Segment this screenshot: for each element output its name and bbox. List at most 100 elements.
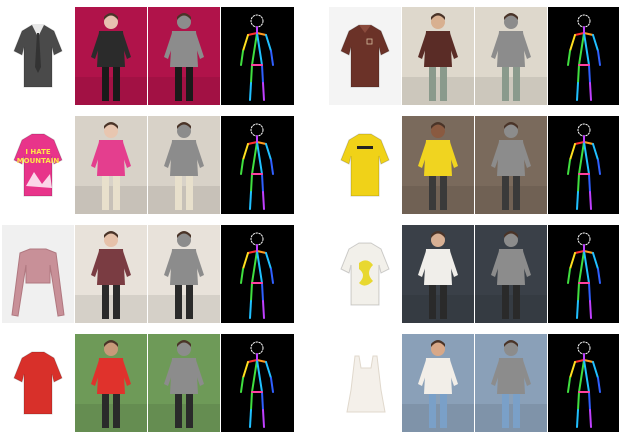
garment-image xyxy=(329,7,401,105)
pose-bone xyxy=(249,191,252,210)
mask-region xyxy=(170,31,198,67)
sample-row-left-1 xyxy=(2,7,295,105)
pose-svg xyxy=(548,116,619,214)
pose-background xyxy=(548,225,619,323)
mask-region xyxy=(170,140,198,176)
garment-print-text: MOUNTAIN xyxy=(17,157,60,165)
pose-bone xyxy=(261,391,264,411)
pose-background xyxy=(221,225,294,323)
pose-bone xyxy=(262,409,265,428)
masked-person-image xyxy=(475,116,547,214)
pose-bone xyxy=(588,173,591,193)
person-image xyxy=(402,225,474,323)
pose-bone xyxy=(576,300,579,319)
masked-person-image xyxy=(148,7,220,105)
pose-bone xyxy=(249,82,252,101)
person-top xyxy=(97,358,125,394)
garment-svg xyxy=(2,7,74,105)
mask-region xyxy=(497,358,525,394)
pose-svg xyxy=(221,225,294,323)
pose-background xyxy=(548,116,619,214)
person-top xyxy=(424,140,452,176)
garment-svg xyxy=(329,334,401,432)
pose-bone xyxy=(588,391,591,411)
masked-svg xyxy=(148,225,220,323)
pose-map-image xyxy=(221,116,294,214)
masked-person-image xyxy=(148,225,220,323)
pose-map-image xyxy=(221,334,294,432)
pose-background xyxy=(548,334,619,432)
pose-svg xyxy=(548,334,619,432)
pose-map-image xyxy=(548,225,619,323)
masked-svg xyxy=(475,7,547,105)
mask-region xyxy=(170,358,198,394)
pose-bone xyxy=(588,64,591,84)
garment-svg xyxy=(329,225,401,323)
mask-region xyxy=(497,140,525,176)
mask-region xyxy=(497,249,525,285)
pose-bone xyxy=(577,173,580,193)
person-top xyxy=(97,31,125,67)
person-image xyxy=(402,7,474,105)
garment-image xyxy=(2,225,74,323)
person-svg xyxy=(402,334,474,432)
masked-person-image xyxy=(475,334,547,432)
pose-bone xyxy=(576,82,579,101)
pose-bone xyxy=(588,282,591,302)
pose-background xyxy=(221,334,294,432)
masked-svg xyxy=(148,7,220,105)
person-svg xyxy=(75,116,147,214)
mask-region xyxy=(170,249,198,285)
masked-svg xyxy=(475,116,547,214)
pose-map-image xyxy=(221,225,294,323)
garment-image xyxy=(2,7,74,105)
person-top xyxy=(424,249,452,285)
pose-background xyxy=(221,116,294,214)
person-image xyxy=(75,7,147,105)
pose-bone xyxy=(250,64,253,84)
garment-image xyxy=(2,334,74,432)
pose-bone xyxy=(577,282,580,302)
sample-row-left-4 xyxy=(2,334,295,432)
garment-image xyxy=(329,225,401,323)
masked-svg xyxy=(148,116,220,214)
person-image xyxy=(75,225,147,323)
masked-person-image xyxy=(475,225,547,323)
pose-bone xyxy=(249,409,252,428)
pose-bone xyxy=(261,173,264,193)
pose-bone xyxy=(576,191,579,210)
pose-map-image xyxy=(221,7,294,105)
sample-row-right-1 xyxy=(329,7,619,105)
pose-bone xyxy=(576,409,579,428)
person-top xyxy=(424,31,452,67)
person-image xyxy=(75,116,147,214)
sample-row-right-4 xyxy=(329,334,619,432)
person-top xyxy=(97,249,125,285)
garment-svg xyxy=(329,116,401,214)
garment-svg xyxy=(329,7,401,105)
garment-svg: I HATEMOUNTAIN xyxy=(2,116,74,214)
pose-bone xyxy=(261,282,264,302)
garment-print-text: I HATE xyxy=(25,148,51,156)
pose-bone xyxy=(589,191,592,210)
person-svg xyxy=(402,116,474,214)
sample-row-left-2: I HATE MOUNTAIN xyxy=(2,116,295,214)
person-image xyxy=(75,334,147,432)
person-top xyxy=(97,140,125,176)
masked-person-image xyxy=(475,7,547,105)
pose-svg xyxy=(221,334,294,432)
pose-svg xyxy=(548,7,619,105)
person-image xyxy=(402,116,474,214)
pose-bone xyxy=(262,300,265,319)
person-svg xyxy=(402,225,474,323)
sample-row-right-3 xyxy=(329,225,619,323)
garment-image xyxy=(329,116,401,214)
masked-svg xyxy=(475,225,547,323)
masked-person-image xyxy=(148,116,220,214)
pose-bone xyxy=(577,64,580,84)
garment-image: I HATE MOUNTAIN xyxy=(2,116,74,214)
pose-background xyxy=(548,7,619,105)
mask-region xyxy=(497,31,525,67)
pose-bone xyxy=(262,191,265,210)
pose-bone xyxy=(577,391,580,411)
